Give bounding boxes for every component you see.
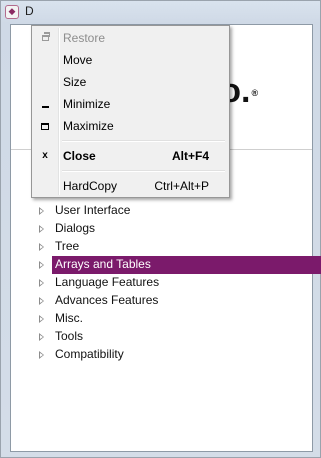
menu-separator: [62, 140, 225, 142]
app-window: ◆ D ro.® User Interface Dialogs Tree: [0, 0, 321, 458]
window-title: D: [25, 4, 34, 18]
expand-arrow-icon[interactable]: [39, 207, 44, 215]
tree-item-advances-features[interactable]: Advances Features: [39, 292, 321, 310]
menu-item-hardcopy[interactable]: HardCopy Ctrl+Alt+P: [34, 175, 227, 197]
minimize-icon: [34, 93, 56, 115]
tree-item-arrays-and-tables[interactable]: Arrays and Tables: [39, 256, 321, 274]
tree-item-label: Tools: [55, 329, 84, 343]
tree-item-label: Dialogs: [55, 221, 96, 235]
close-icon: x: [42, 150, 48, 161]
tree-item-language-features[interactable]: Language Features: [39, 274, 321, 292]
menu-item-shortcut: Ctrl+Alt+P: [154, 179, 209, 193]
expand-arrow-icon[interactable]: [39, 279, 44, 287]
tree-item-user-interface[interactable]: User Interface: [39, 202, 321, 220]
menu-item-label: Maximize: [63, 119, 114, 133]
menu-separator: [62, 170, 225, 172]
tree-item-tools[interactable]: Tools: [39, 328, 321, 346]
menu-item-close[interactable]: x Close Alt+F4: [34, 145, 227, 167]
menu-item-label: Restore: [63, 31, 106, 45]
tree-item-label: Advances Features: [55, 293, 159, 307]
expand-arrow-icon[interactable]: [39, 297, 44, 305]
tree-item-label: Tree: [55, 239, 80, 253]
tree-item-compatibility[interactable]: Compatibility: [39, 346, 321, 364]
tree-item-label: User Interface: [55, 203, 131, 217]
title-bar[interactable]: ◆ D: [1, 1, 320, 23]
menu-item-maximize[interactable]: Maximize: [34, 115, 227, 137]
menu-item-minimize[interactable]: Minimize: [34, 93, 227, 115]
tree-item-dialogs[interactable]: Dialogs: [39, 220, 321, 238]
system-menu: Restore Move Size Minimize Maximize x Cl…: [31, 25, 230, 198]
menu-item-label: Minimize: [63, 97, 111, 111]
maximize-icon: [34, 115, 56, 137]
restore-icon: [34, 27, 56, 49]
expand-arrow-icon[interactable]: [39, 351, 44, 359]
menu-item-label: Size: [63, 75, 87, 89]
menu-item-restore[interactable]: Restore: [34, 27, 227, 49]
menu-item-shortcut: Alt+F4: [171, 149, 209, 163]
menu-item-move[interactable]: Move: [34, 49, 227, 71]
tree-item-label: Arrays and Tables: [55, 257, 151, 271]
tree-item-label: Compatibility: [55, 347, 124, 361]
menu-item-size[interactable]: Size: [34, 71, 227, 93]
tree-item-tree[interactable]: Tree: [39, 238, 321, 256]
registered-mark: ®: [251, 88, 259, 99]
expand-arrow-icon[interactable]: [39, 333, 44, 341]
tree-item-label: Language Features: [55, 275, 160, 289]
expand-arrow-icon[interactable]: [39, 315, 44, 323]
menu-item-label: Close: [63, 149, 96, 163]
menu-item-label: HardCopy: [63, 179, 118, 193]
expand-arrow-icon[interactable]: [39, 261, 44, 269]
expand-arrow-icon[interactable]: [39, 243, 44, 251]
tree-item-label: Misc.: [55, 311, 83, 325]
menu-item-label: Move: [63, 53, 93, 67]
tree-item-misc[interactable]: Misc.: [39, 310, 321, 328]
expand-arrow-icon[interactable]: [39, 225, 44, 233]
app-icon[interactable]: ◆: [5, 5, 19, 19]
